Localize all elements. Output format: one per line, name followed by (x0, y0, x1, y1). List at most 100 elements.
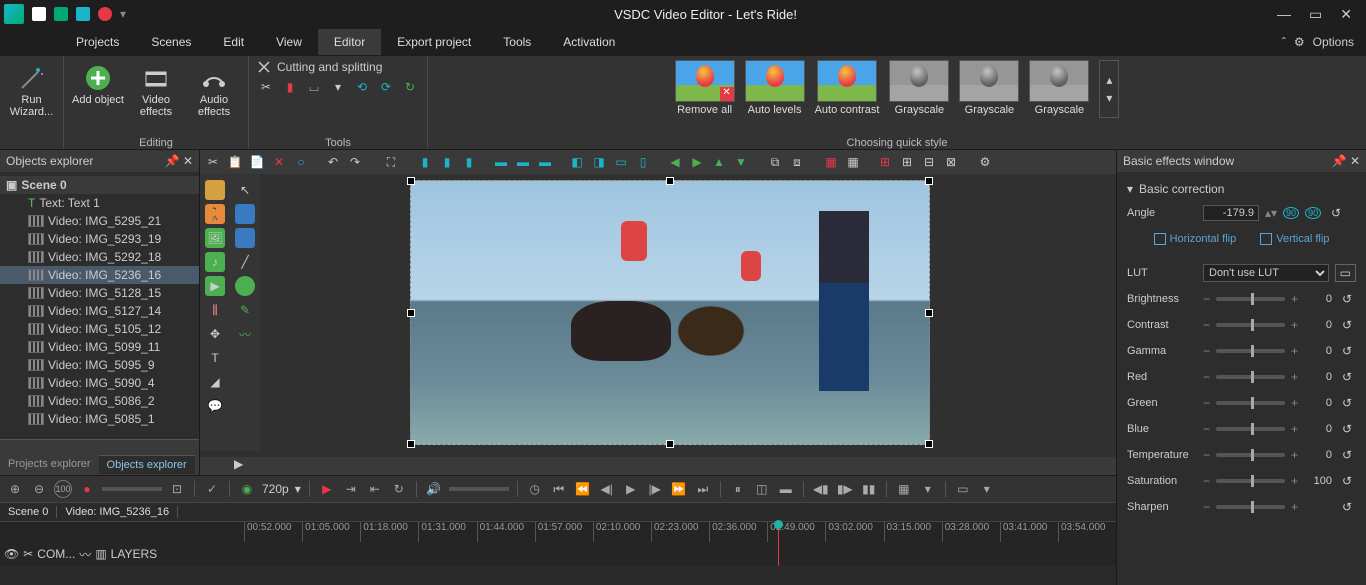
tab-projects-explorer[interactable]: Projects explorer (0, 455, 99, 473)
undo-icon[interactable]: ↶ (324, 153, 342, 171)
cut-icon[interactable]: ✂ (204, 153, 222, 171)
tool-pointer-icon[interactable]: ↖ (235, 180, 255, 200)
step-back-icon[interactable]: ◀| (598, 480, 616, 498)
angle-input[interactable] (1203, 205, 1259, 221)
qa-record-icon[interactable] (98, 7, 112, 21)
circle-icon[interactable]: ○ (292, 153, 310, 171)
step-fwd-icon[interactable]: |▶ (646, 480, 664, 498)
style-grayscale-3[interactable]: Grayscale (1029, 60, 1089, 116)
resolution-icon[interactable]: ◉ (238, 480, 256, 498)
objects-tree[interactable]: ▣Scene 0 TText: Text 1 Video: IMG_5295_2… (0, 172, 199, 439)
slider-reset-icon[interactable]: ↺ (1338, 474, 1356, 488)
extra-1-icon[interactable]: ▦ (895, 480, 913, 498)
delete-icon[interactable]: ✕ (270, 153, 288, 171)
redo-icon[interactable]: ↷ (346, 153, 364, 171)
crumb-video[interactable]: Video: IMG_5236_16 (57, 506, 178, 518)
slider-saturation[interactable] (1216, 479, 1285, 483)
arrow-left-icon[interactable]: ◀ (666, 153, 684, 171)
snap-icon[interactable]: ✓ (203, 480, 221, 498)
zoom-slider[interactable] (102, 487, 162, 491)
close-button[interactable]: ✕ (1340, 6, 1352, 23)
block-icon[interactable]: ▬ (777, 480, 795, 498)
go-end-icon[interactable]: ⏭ (694, 480, 712, 498)
refresh-tool-icon[interactable]: ↻ (401, 78, 419, 96)
rotate-right-90-icon[interactable]: 90 (1305, 207, 1321, 219)
slider-reset-icon[interactable]: ↺ (1338, 344, 1356, 358)
qa-tool-icon[interactable] (76, 7, 90, 21)
percent-100-icon[interactable]: 100 (54, 480, 72, 498)
rotate-left-90-icon[interactable]: 90 (1283, 207, 1299, 219)
distribute-v-icon[interactable]: ◨ (590, 153, 608, 171)
align-right-icon[interactable]: ▮ (460, 153, 478, 171)
horizontal-flip-checkbox[interactable]: Horizontal flip (1154, 233, 1237, 245)
grid-1-icon[interactable]: ▦ (822, 153, 840, 171)
same-height-icon[interactable]: ▯ (634, 153, 652, 171)
video-effects-button[interactable]: Video effects (130, 60, 182, 122)
volume-slider[interactable] (449, 487, 509, 491)
split-left-icon[interactable]: ⏸ (729, 480, 747, 498)
slider-blue[interactable] (1216, 427, 1285, 431)
run-wizard-button[interactable]: Run Wizard... (6, 60, 58, 122)
tool-play-icon[interactable]: ▶ (205, 276, 225, 296)
tree-video-item[interactable]: Video: IMG_5293_19 (0, 230, 199, 248)
rotate-270-icon[interactable]: ⟳ (377, 78, 395, 96)
slider-reset-icon[interactable]: ↺ (1338, 292, 1356, 306)
arrow-up-icon[interactable]: ▲ (710, 153, 728, 171)
cutting-splitting-button[interactable]: Cutting and splitting (277, 60, 382, 74)
arrow-right-icon[interactable]: ▶ (688, 153, 706, 171)
extra-3-icon[interactable]: ▭ (954, 480, 972, 498)
options-label[interactable]: Options (1313, 35, 1354, 49)
clock-icon[interactable]: ◷ (526, 480, 544, 498)
playhead[interactable] (778, 522, 779, 566)
group-icon[interactable]: ⧉ (766, 153, 784, 171)
tree-video-item[interactable]: Video: IMG_5128_15 (0, 284, 199, 302)
minimize-button[interactable]: — (1277, 6, 1291, 23)
collapse-ribbon-icon[interactable]: ˆ (1282, 35, 1286, 49)
align-hcenter-icon[interactable]: ▮ (438, 153, 456, 171)
align-top-icon[interactable]: ▬ (492, 153, 510, 171)
remove-track-icon[interactable]: ⊖ (30, 480, 48, 498)
tool-pen-icon[interactable]: ✎ (235, 300, 255, 320)
tree-video-item[interactable]: Video: IMG_5236_16 (0, 266, 199, 284)
tool-music-icon[interactable]: ♪ (205, 252, 225, 272)
tree-text-item[interactable]: TText: Text 1 (0, 194, 199, 212)
style-auto-levels[interactable]: Auto levels (745, 60, 805, 116)
grid-4-icon[interactable]: ⊞ (898, 153, 916, 171)
tree-hscroll[interactable] (0, 439, 199, 453)
audio-effects-button[interactable]: Audio effects (188, 60, 240, 122)
add-track-icon[interactable]: ⊕ (6, 480, 24, 498)
menu-projects[interactable]: Projects (60, 29, 135, 55)
slider-reset-icon[interactable]: ↺ (1338, 370, 1356, 384)
tree-video-item[interactable]: Video: IMG_5086_2 (0, 392, 199, 410)
loop-icon[interactable]: ↻ (390, 480, 408, 498)
tool-tooltip-icon[interactable]: ◢ (205, 372, 225, 392)
slider-gamma[interactable] (1216, 349, 1285, 353)
vertical-flip-checkbox[interactable]: Vertical flip (1260, 233, 1329, 245)
qa-save-icon[interactable] (32, 7, 46, 21)
effects-close-icon[interactable]: ✕ (1350, 154, 1360, 168)
tool-bars-icon[interactable]: ⫼ (205, 300, 225, 320)
ungroup-icon[interactable]: ⧈ (788, 153, 806, 171)
slider-brightness[interactable] (1216, 297, 1285, 301)
tree-video-item[interactable]: Video: IMG_5090_4 (0, 374, 199, 392)
tool-image-icon[interactable]: 🖼 (205, 228, 225, 248)
timeline[interactable]: 00:52.00001:05.00001:18.00001:31.00001:4… (0, 522, 1116, 566)
tool-brush-icon[interactable]: 〰 (235, 324, 255, 344)
rewind-icon[interactable]: ⏪ (574, 480, 592, 498)
panel-close-icon[interactable]: ✕ (183, 154, 193, 168)
select-all-icon[interactable]: ⛶ (382, 153, 400, 171)
tree-scene-root[interactable]: ▣Scene 0 (0, 176, 199, 194)
tool-move-icon[interactable]: ✥ (205, 324, 225, 344)
tool-rounded-icon[interactable] (235, 228, 255, 248)
style-more-button[interactable]: ▴▾ (1099, 60, 1119, 118)
settings-gear-icon[interactable]: ⚙ (976, 153, 994, 171)
extra-2-icon[interactable]: ▾ (919, 480, 937, 498)
lut-folder-icon[interactable]: ▭ (1335, 264, 1356, 282)
layers-icon[interactable]: ▥ (95, 547, 106, 561)
distribute-h-icon[interactable]: ◧ (568, 153, 586, 171)
tool-chat-icon[interactable]: 💬 (205, 396, 225, 416)
split-right-icon[interactable]: ◫ (753, 480, 771, 498)
slider-reset-icon[interactable]: ↺ (1338, 500, 1356, 514)
tab-objects-explorer[interactable]: Objects explorer (99, 455, 195, 474)
menu-export-project[interactable]: Export project (381, 29, 487, 55)
